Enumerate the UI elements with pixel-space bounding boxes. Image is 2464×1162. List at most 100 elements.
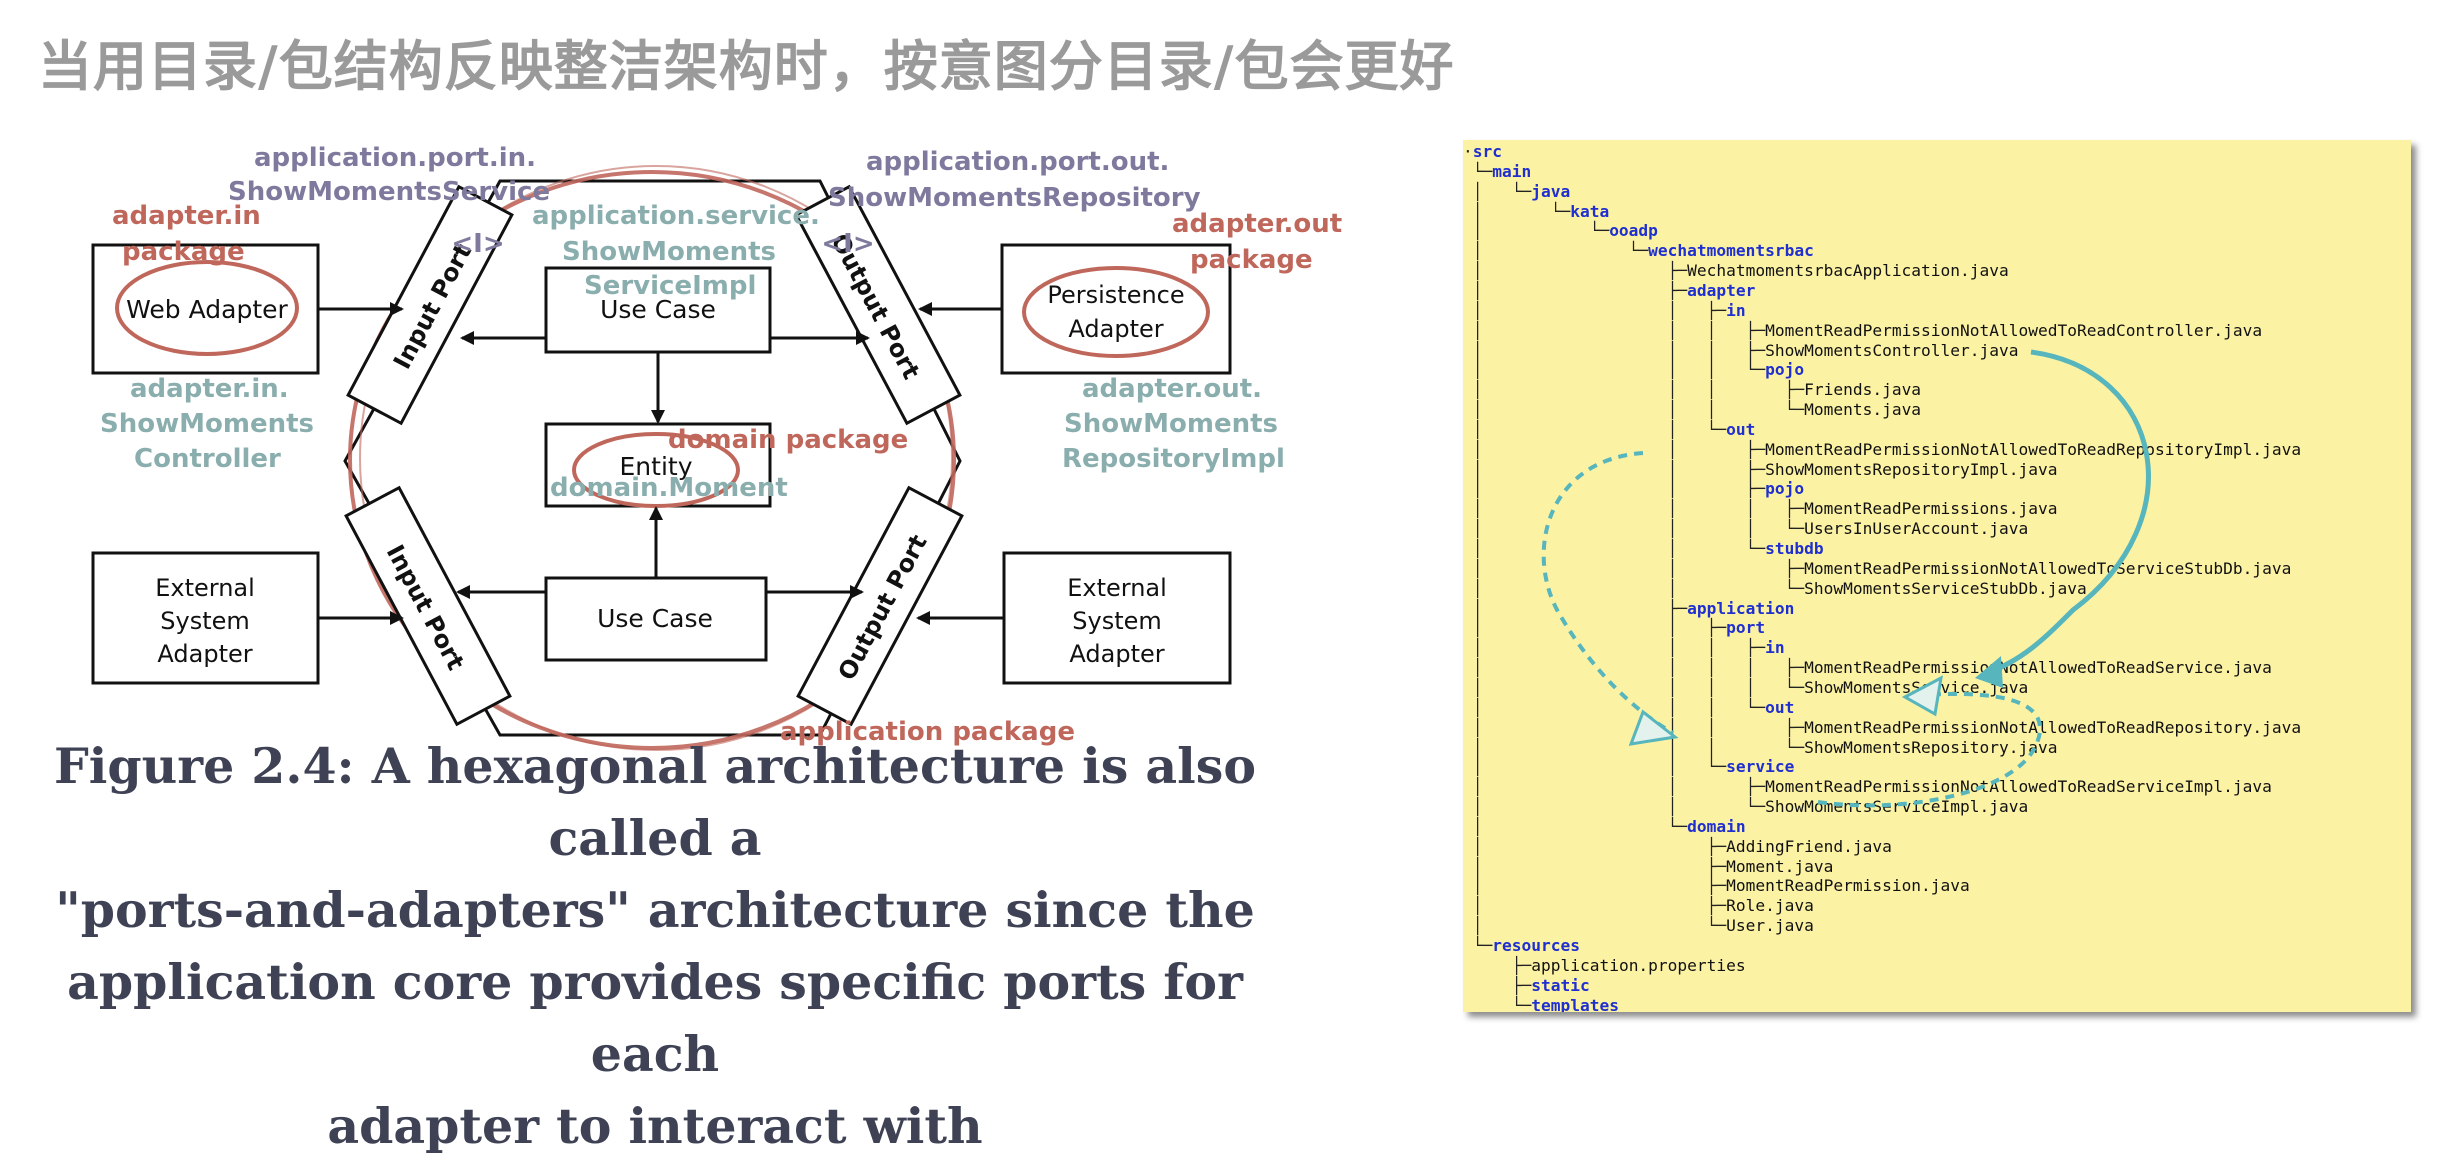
tree-file-name: User.java <box>1726 916 1814 936</box>
tree-branch-prefix: │ ├─ <box>1463 261 1688 281</box>
tree-file-name: ShowMomentsServiceImpl.java <box>1765 797 2029 817</box>
tree-file-name: MomentReadPermissionNotAllowedToReadRepo… <box>1804 717 2302 737</box>
tree-directory: │ │ ├─in <box>1463 301 1746 321</box>
tree-branch-prefix: │ │ │ │ ├─ <box>1463 658 1805 678</box>
tree-branch-prefix: │ │ └─ <box>1463 419 1727 439</box>
tree-file-name: ShowMomentsRepository.java <box>1804 737 2058 757</box>
tree-file-name: MomentReadPermission.java <box>1726 876 1970 896</box>
annotation-adapter-out-pkg-2: package <box>1190 245 1313 275</box>
tree-file: │ ├─MomentReadPermission.java <box>1463 876 1970 896</box>
tree-directory: │ │ │ ├─in <box>1463 638 1785 658</box>
external-right-line-1: External <box>1067 574 1167 602</box>
tree-file: │ ├─Role.java <box>1463 896 1814 916</box>
tree-branch-prefix: │ │ └─ <box>1463 797 1766 817</box>
annotation-repo-impl-3: RepositoryImpl <box>1062 444 1285 474</box>
output-port-top: Output Port <box>794 184 962 426</box>
tree-branch-prefix: │ │ │ │ └─ <box>1463 677 1805 697</box>
tree-directory-name: java <box>1531 181 1571 201</box>
tree-file: │ │ │ ├─MomentReadPermissions.java <box>1463 499 2058 519</box>
annotation-port-in-1: application.port.in. <box>254 143 536 173</box>
tree-directory: ├─static <box>1463 976 1590 996</box>
tree-branch-prefix: │ ├─ <box>1463 598 1688 618</box>
tree-file-name: Role.java <box>1726 896 1814 916</box>
tree-branch-prefix: │ │ └─ <box>1463 539 1766 558</box>
tree-file-name: MomentReadPermissionNotAllowedToReadServ… <box>1804 658 2272 678</box>
external-right-line-2: System <box>1072 607 1162 635</box>
tree-branch-prefix: └─ <box>1463 161 1493 181</box>
tree-branch-prefix: │ ├─ <box>1463 876 1727 896</box>
caption-line: application core provides specific ports… <box>67 953 1243 1083</box>
annotation-controller-2: ShowMoments <box>100 409 314 439</box>
annotation-repo-impl-2: ShowMoments <box>1064 409 1278 439</box>
tree-file: │ │ │ ├─ShowMomentsController.java <box>1463 341 2019 361</box>
tree-directory-name: src <box>1472 142 1502 161</box>
tree-branch-prefix: │ │ ├─ <box>1463 618 1727 638</box>
tree-file: │ │ │ └─UsersInUserAccount.java <box>1463 519 2029 539</box>
tree-branch-prefix: │ │ ├─ <box>1463 777 1766 797</box>
annotation-domain-package: domain package <box>668 425 908 455</box>
tree-branch-prefix: │ │ ├─ <box>1463 300 1727 320</box>
tree-branch-prefix: │ │ │ └─ <box>1463 360 1766 380</box>
tree-directory-name: out <box>1765 697 1795 717</box>
tree-file: │ │ │ ├─MomentReadPermissionNotAllowedTo… <box>1463 321 2262 341</box>
tree-directory: │ │ │ └─pojo <box>1463 360 1804 380</box>
output-port-bottom: Output Port <box>796 485 964 727</box>
tree-file-name: ShowMomentsController.java <box>1765 340 2019 360</box>
external-left-line-1: External <box>155 574 255 602</box>
tree-branch-prefix: └─ <box>1463 995 1532 1012</box>
tree-directory-name: in <box>1726 300 1746 320</box>
tree-file-name: ShowMomentsRepositoryImpl.java <box>1765 459 2058 479</box>
tree-file: │ │ │ │ └─ShowMomentsService.java <box>1463 677 2029 698</box>
tree-directory-name: domain <box>1687 816 1746 836</box>
tree-file: │ │ │ └─Moments.java <box>1463 400 1921 420</box>
persistence-adapter-label-1: Persistence <box>1047 281 1184 309</box>
tree-directory-name: pojo <box>1765 479 1805 499</box>
persistence-adapter-label-2: Adapter <box>1068 315 1163 343</box>
tree-branch-prefix: │ │ │ └─ <box>1463 400 1805 420</box>
tree-directory-name: kata <box>1570 201 1610 221</box>
tree-branch-prefix: │ │ │ ├─ <box>1463 717 1805 737</box>
tree-file: │ │ ├─MomentReadPermissionNotAllowedToRe… <box>1463 777 2272 797</box>
tree-file: │ ├─WechatmomentsrbacApplication.java <box>1463 261 2009 281</box>
tree-file-name: WechatmomentsrbacApplication.java <box>1687 261 2009 281</box>
tree-branch-prefix: │ │ │ ├─ <box>1463 499 1805 519</box>
interface-marker-right: <I> <box>821 229 874 259</box>
annotation-port-out-1: application.port.out. <box>866 147 1169 177</box>
tree-file: │ │ │ └─ShowMomentsRepository.java <box>1463 738 2058 758</box>
tree-branch-prefix: │ │ │ ├─ <box>1463 320 1766 340</box>
tree-directory: │ └─domain <box>1463 817 1746 837</box>
tree-directory: │ └─java <box>1463 182 1570 202</box>
tree-file-name: UsersInUserAccount.java <box>1804 519 2029 539</box>
tree-branch-prefix: │ │ ├─ <box>1463 479 1766 499</box>
tree-directory-name: application <box>1687 598 1795 618</box>
tree-directory: │ ├─adapter <box>1463 280 1756 301</box>
annotation-controller-3: Controller <box>134 444 281 474</box>
tree-directory: └─templates <box>1463 996 1619 1012</box>
tree-directory-name: in <box>1765 638 1785 658</box>
hexagonal-architecture-diagram: Input Port Input Port Output Port Output… <box>91 143 1342 751</box>
tree-directory: │ │ └─service <box>1463 757 1795 777</box>
tree-file: │ │ ├─MomentReadPermissionNotAllowedToRe… <box>1463 440 2301 460</box>
external-right-line-3: Adapter <box>1069 640 1164 668</box>
tree-branch-prefix: ├─ <box>1463 975 1532 995</box>
annotation-domain-moment: domain.Moment <box>550 473 788 503</box>
tree-directory-name: resources <box>1492 936 1580 955</box>
tree-branch-prefix: │ ├─ <box>1463 856 1727 876</box>
interface-marker-left: <I> <box>451 229 504 259</box>
annotation-port-in-2: ShowMomentsService <box>228 177 550 207</box>
tree-branch-prefix: │ └─ <box>1463 916 1727 936</box>
tree-directory: ·src <box>1463 142 1502 162</box>
tree-directory-name: adapter <box>1687 280 1756 300</box>
tree-directory-name: stubdb <box>1765 539 1824 558</box>
caption-line: Figure 2.4: A hexagonal architecture is … <box>53 737 1257 867</box>
figure-caption: Figure 2.4: A hexagonal architecture is … <box>20 730 1290 1162</box>
tree-directory-name: pojo <box>1765 360 1805 380</box>
tree-directory: │ └─wechatmomentsrbac <box>1463 241 1814 261</box>
tree-directory-name: port <box>1726 618 1766 638</box>
tree-file-name: AddingFriend.java <box>1726 836 1892 856</box>
tree-branch-prefix: │ │ │ └─ <box>1463 519 1805 539</box>
annotation-port-out-2: ShowMomentsRepository <box>828 183 1201 213</box>
tree-branch-prefix: │ ├─ <box>1463 836 1727 856</box>
tree-branch-prefix: │ │ └─ <box>1463 578 1805 598</box>
tree-branch-prefix: └─ <box>1463 936 1493 955</box>
